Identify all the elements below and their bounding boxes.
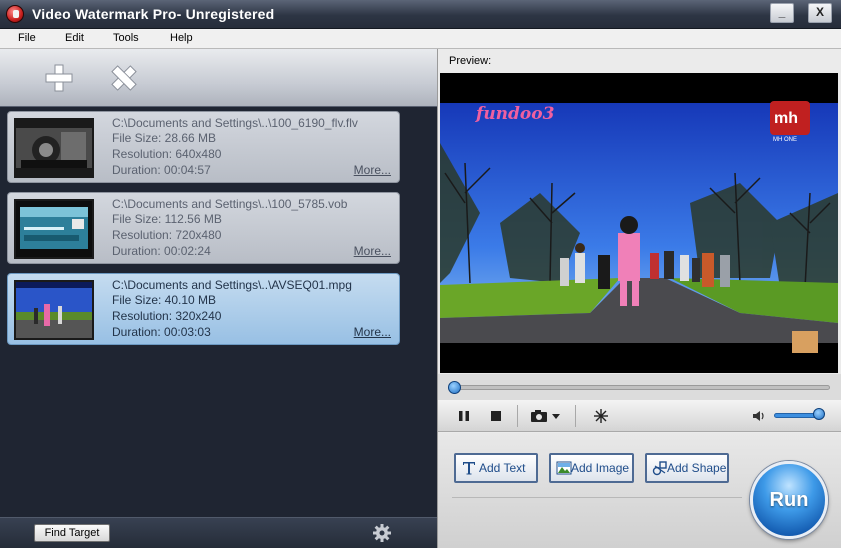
stop-icon[interactable] [488, 408, 504, 424]
menu-help[interactable]: Help [170, 32, 193, 44]
gear-icon[interactable] [372, 523, 392, 543]
divider [452, 497, 742, 498]
file-path: C:\Documents and Settings\..\AVSEQ01.mpg [112, 278, 352, 292]
snapshot-camera-icon[interactable] [530, 408, 562, 424]
close-button[interactable]: X [808, 3, 832, 23]
separator [575, 405, 576, 427]
add-shape-label: Add Shape [667, 461, 727, 475]
file-duration: Duration: 00:03:03 [112, 325, 211, 339]
file-resolution: Resolution: 720x480 [112, 228, 222, 242]
watermark-text: fundoo3 [475, 104, 555, 124]
file-duration: Duration: 00:02:24 [112, 244, 211, 258]
add-text-button[interactable]: Add Text [454, 453, 538, 483]
seek-bar-area [438, 374, 841, 400]
add-text-label: Add Text [479, 461, 526, 475]
more-link[interactable]: More... [354, 244, 391, 258]
x-icon[interactable] [108, 62, 140, 94]
file-toolbar [0, 49, 437, 107]
pause-icon[interactable] [456, 408, 472, 424]
corner-watermark-icon [792, 331, 818, 353]
file-duration: Duration: 00:04:57 [112, 163, 211, 177]
image-icon [556, 461, 572, 475]
file-resolution: Resolution: 640x480 [112, 147, 222, 161]
find-target-button[interactable]: Find Target [34, 524, 110, 542]
playback-controls [438, 400, 841, 432]
file-path: C:\Documents and Settings\..\100_5785.vo… [112, 197, 348, 211]
volume-handle[interactable] [813, 408, 825, 420]
menu-file[interactable]: File [18, 32, 36, 44]
file-size: File Size: 112.56 MB [112, 212, 222, 226]
video-thumbnail [14, 280, 94, 340]
effects-sparkle-icon[interactable] [593, 408, 609, 424]
video-thumbnail [14, 118, 94, 178]
add-image-button[interactable]: Add Image [549, 453, 634, 483]
menu-edit[interactable]: Edit [65, 32, 84, 44]
window-title: Video Watermark Pro- Unregistered [32, 6, 275, 22]
video-preview[interactable]: fundoo3 mh MH ONE [440, 73, 838, 373]
app-icon [6, 5, 24, 23]
file-size: File Size: 40.10 MB [112, 293, 217, 307]
file-item-selected[interactable]: C:\Documents and Settings\..\AVSEQ01.mpg… [7, 273, 400, 345]
channel-logo-text: mh [774, 110, 798, 127]
title-bar: Video Watermark Pro- Unregistered _ X [0, 0, 841, 29]
more-link[interactable]: More... [354, 325, 391, 339]
watermark-actions: Add Text Add Image Add Shape Run [438, 433, 841, 548]
run-button[interactable]: Run [750, 461, 828, 539]
shape-icon [652, 461, 667, 476]
volume-speaker-icon[interactable] [751, 408, 767, 424]
file-item[interactable]: C:\Documents and Settings\..\100_6190_fl… [7, 111, 400, 183]
file-size: File Size: 28.66 MB [112, 131, 217, 145]
file-resolution: Resolution: 320x240 [112, 309, 222, 323]
separator [517, 405, 518, 427]
plus-icon[interactable] [43, 62, 75, 94]
more-link[interactable]: More... [354, 163, 391, 177]
seek-bar[interactable] [450, 385, 830, 390]
file-panel-footer: Find Target [0, 517, 437, 548]
menu-tools[interactable]: Tools [113, 32, 139, 44]
add-image-label: Add Image [571, 461, 630, 475]
preview-label: Preview: [449, 55, 492, 67]
add-shape-button[interactable]: Add Shape [645, 453, 729, 483]
channel-logo-subtext: MH ONE [773, 137, 797, 143]
video-thumbnail [14, 199, 94, 259]
file-list: C:\Documents and Settings\..\100_6190_fl… [0, 107, 437, 517]
file-path: C:\Documents and Settings\..\100_6190_fl… [112, 116, 358, 130]
preview-panel: Preview: fundoo3 mh MH ONE Add Text Add … [437, 49, 841, 548]
menu-bar: File Edit Tools Help [0, 29, 841, 49]
file-panel: C:\Documents and Settings\..\100_6190_fl… [0, 49, 437, 548]
seek-handle[interactable] [448, 381, 461, 394]
minimize-button[interactable]: _ [770, 3, 794, 23]
file-item[interactable]: C:\Documents and Settings\..\100_5785.vo… [7, 192, 400, 264]
text-t-icon [463, 462, 475, 475]
